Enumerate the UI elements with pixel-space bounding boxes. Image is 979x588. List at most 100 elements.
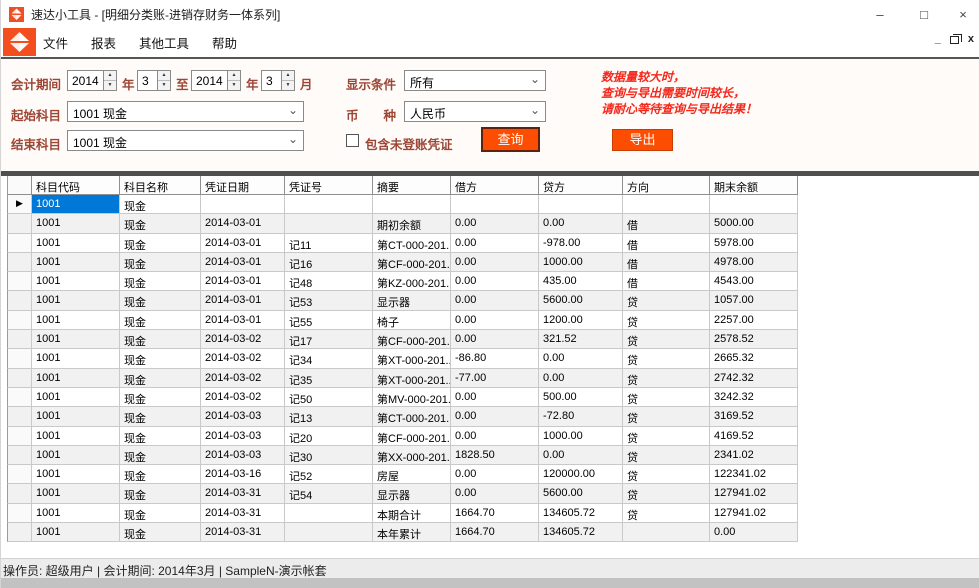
table-cell[interactable]: 现金	[120, 427, 201, 446]
table-cell[interactable]: 借	[623, 234, 710, 253]
table-cell[interactable]: 记50	[285, 388, 373, 407]
table-cell[interactable]: 第CF-000-201...	[373, 253, 451, 272]
row-gutter[interactable]	[7, 523, 32, 542]
table-cell[interactable]	[539, 195, 623, 214]
table-cell[interactable]: 2014-03-01	[201, 272, 285, 291]
table-cell[interactable]: 1001	[32, 388, 120, 407]
table-cell[interactable]: 现金	[120, 272, 201, 291]
table-cell[interactable]: 1001	[32, 253, 120, 272]
table-cell[interactable]: 1001	[32, 349, 120, 368]
menu-item-other-tools[interactable]: 其他工具	[134, 31, 194, 54]
table-cell[interactable]: 2742.32	[710, 369, 798, 388]
table-cell[interactable]: 第XT-000-201...	[373, 369, 451, 388]
table-cell[interactable]: 2014-03-02	[201, 349, 285, 368]
table-cell[interactable]: 5978.00	[710, 234, 798, 253]
table-cell[interactable]: 1001	[32, 214, 120, 233]
row-gutter[interactable]	[7, 311, 32, 330]
spinner-icon[interactable]: ▲▼	[157, 71, 170, 90]
mdi-minimize-icon[interactable]: _	[935, 34, 941, 45]
table-cell[interactable]: 记11	[285, 234, 373, 253]
table-cell[interactable]: 2014-03-01	[201, 214, 285, 233]
mdi-close-icon[interactable]: x	[968, 34, 974, 45]
table-cell[interactable]	[285, 195, 373, 214]
table-cell[interactable]: 1057.00	[710, 291, 798, 310]
table-cell[interactable]: 房屋	[373, 465, 451, 484]
mdi-restore-icon[interactable]	[950, 36, 959, 44]
display-condition-select[interactable]: 所有 ⌄	[404, 70, 546, 91]
table-cell[interactable]: 2014-03-16	[201, 465, 285, 484]
table-cell[interactable]: 0.00	[451, 427, 539, 446]
table-cell[interactable]: 3169.52	[710, 407, 798, 426]
table-cell[interactable]: 1001	[32, 523, 120, 542]
table-cell[interactable]: -77.00	[451, 369, 539, 388]
table-cell[interactable]: 贷	[623, 504, 710, 523]
table-cell[interactable]: 贷	[623, 446, 710, 465]
table-cell[interactable]: 记48	[285, 272, 373, 291]
table-cell[interactable]: 借	[623, 272, 710, 291]
column-header[interactable]: 摘要	[373, 176, 451, 195]
row-gutter[interactable]	[7, 291, 32, 310]
table-cell[interactable]: 贷	[623, 311, 710, 330]
table-cell[interactable]: 现金	[120, 311, 201, 330]
table-cell[interactable]: 0.00	[451, 311, 539, 330]
table-cell[interactable]	[623, 523, 710, 542]
table-cell[interactable]: 4978.00	[710, 253, 798, 272]
table-cell[interactable]: 显示器	[373, 291, 451, 310]
table-cell[interactable]: 第CT-000-201...	[373, 234, 451, 253]
table-cell[interactable]: 1001	[32, 272, 120, 291]
year-from-stepper[interactable]: 2014 ▲▼	[67, 70, 117, 91]
table-cell[interactable]: 2014-03-03	[201, 407, 285, 426]
table-cell[interactable]: 现金	[120, 407, 201, 426]
table-cell[interactable]: 现金	[120, 214, 201, 233]
table-cell[interactable]: 期初余额	[373, 214, 451, 233]
table-cell[interactable]: 1000.00	[539, 427, 623, 446]
include-unposted-checkbox[interactable]	[346, 134, 359, 147]
table-cell[interactable]: 本年累计	[373, 523, 451, 542]
query-button[interactable]: 查询	[481, 127, 540, 152]
table-cell[interactable]: 134605.72	[539, 523, 623, 542]
table-cell[interactable]: 1001	[32, 234, 120, 253]
table-cell[interactable]: 贷	[623, 407, 710, 426]
table-cell[interactable]: 0.00	[539, 349, 623, 368]
table-cell[interactable]: 现金	[120, 388, 201, 407]
table-cell[interactable]: 0.00	[539, 214, 623, 233]
gutter-header[interactable]	[7, 176, 32, 195]
table-cell[interactable]: 现金	[120, 234, 201, 253]
table-cell[interactable]: 第CT-000-201...	[373, 407, 451, 426]
table-cell[interactable]: 1001	[32, 465, 120, 484]
table-cell[interactable]: 1001	[32, 291, 120, 310]
month-to-stepper[interactable]: 3 ▲▼	[261, 70, 295, 91]
table-cell[interactable]: 借	[623, 253, 710, 272]
table-cell[interactable]: 1001	[32, 311, 120, 330]
table-cell[interactable]: 1664.70	[451, 504, 539, 523]
table-cell[interactable]: 0.00	[451, 291, 539, 310]
table-cell[interactable]: 记53	[285, 291, 373, 310]
table-cell[interactable]: 贷	[623, 291, 710, 310]
table-cell[interactable]: 2341.02	[710, 446, 798, 465]
table-cell[interactable]: 122341.02	[710, 465, 798, 484]
table-cell[interactable]: 0.00	[451, 234, 539, 253]
table-cell[interactable]: 435.00	[539, 272, 623, 291]
table-cell[interactable]: -86.80	[451, 349, 539, 368]
table-cell[interactable]	[623, 195, 710, 214]
row-gutter[interactable]	[7, 484, 32, 503]
table-cell[interactable]: 记54	[285, 484, 373, 503]
table-cell[interactable]: 2257.00	[710, 311, 798, 330]
table-cell[interactable]: 2578.52	[710, 330, 798, 349]
table-cell[interactable]: 2665.32	[710, 349, 798, 368]
column-header[interactable]: 方向	[623, 176, 710, 195]
table-cell[interactable]: 1001	[32, 504, 120, 523]
table-cell[interactable]: 记30	[285, 446, 373, 465]
table-cell[interactable]: 现金	[120, 349, 201, 368]
table-cell[interactable]: 现金	[120, 484, 201, 503]
table-cell[interactable]: 显示器	[373, 484, 451, 503]
table-cell[interactable]: 记16	[285, 253, 373, 272]
table-cell[interactable]: 贷	[623, 484, 710, 503]
table-cell[interactable]: 0.00	[710, 523, 798, 542]
table-cell[interactable]: 1001	[32, 484, 120, 503]
table-cell[interactable]: 现金	[120, 504, 201, 523]
row-selector-arrow-icon[interactable]: ▶	[7, 195, 32, 214]
table-cell[interactable]: 记34	[285, 349, 373, 368]
table-cell[interactable]: 0.00	[451, 272, 539, 291]
table-cell[interactable]: 现金	[120, 330, 201, 349]
